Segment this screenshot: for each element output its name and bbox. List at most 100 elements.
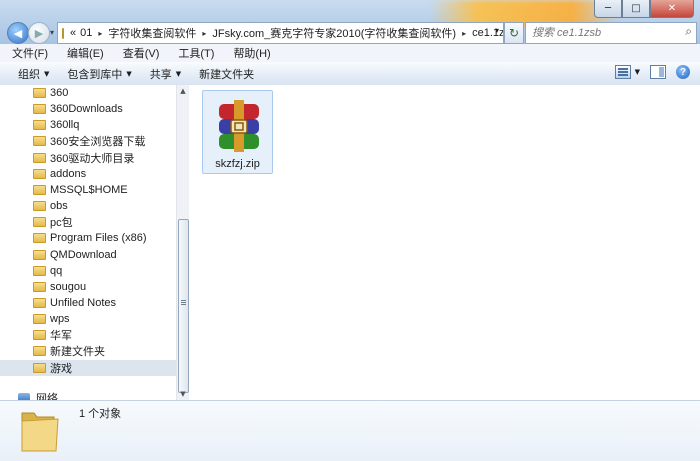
tree-item-label: 华军 bbox=[50, 330, 72, 343]
folder-icon bbox=[33, 88, 46, 98]
scrollbar-thumb[interactable] bbox=[178, 219, 189, 393]
breadcrumb-item[interactable]: 字符收集查阅软件 bbox=[106, 25, 198, 41]
navigation-scrollbar[interactable]: ▲ ▼ bbox=[176, 85, 189, 400]
winrar-archive-icon bbox=[219, 100, 259, 152]
maximize-button[interactable]: □ bbox=[622, 0, 650, 18]
scroll-down-icon[interactable]: ▼ bbox=[177, 388, 189, 400]
breadcrumb-item[interactable]: JFsky.com_赛克字符专家2010(字符收集查阅软件) bbox=[210, 25, 458, 41]
chevron-down-icon: ▼ bbox=[44, 69, 50, 78]
tree-item[interactable]: 360llq bbox=[0, 117, 176, 133]
include-in-library-label: 包含到库中 bbox=[67, 68, 123, 81]
folder-icon bbox=[33, 362, 46, 373]
tree-item[interactable]: wps bbox=[0, 311, 176, 327]
network-icon bbox=[18, 393, 30, 400]
address-dropdown-icon[interactable]: ▾ bbox=[495, 26, 499, 35]
tree-item-label: wps bbox=[50, 313, 70, 326]
back-arrow-icon: ◀ bbox=[13, 26, 23, 40]
menu-tools[interactable]: 工具(T) bbox=[166, 45, 221, 61]
new-folder-button[interactable]: 新建文件夹 bbox=[193, 66, 266, 82]
menu-view[interactable]: 查看(V) bbox=[111, 45, 167, 61]
tree-item-label: Program Files (x86) bbox=[50, 232, 147, 245]
tree-item[interactable]: obs bbox=[0, 198, 176, 214]
tree-item-label: sougou bbox=[50, 280, 87, 293]
breadcrumb-separator-icon[interactable]: ▸ bbox=[198, 29, 210, 38]
tree-item[interactable]: 游戏 bbox=[0, 359, 176, 376]
tree-item-label: obs bbox=[50, 200, 68, 213]
share-button[interactable]: 共享 ▼ bbox=[144, 66, 193, 82]
tree-item[interactable]: 360安全浏览器下载 bbox=[0, 133, 176, 149]
tree-item[interactable]: addons bbox=[0, 166, 176, 182]
refresh-button[interactable]: ↻ bbox=[504, 22, 524, 44]
window-controls: ─ □ ✕ bbox=[594, 0, 694, 18]
folder-icon bbox=[33, 152, 46, 163]
folder-icon bbox=[33, 168, 46, 179]
menu-file[interactable]: 文件(F) bbox=[0, 45, 55, 61]
tree-item[interactable]: pc包 bbox=[0, 214, 176, 230]
folder-icon bbox=[33, 297, 46, 308]
chevron-down-icon: ▼ bbox=[126, 69, 132, 78]
close-button[interactable]: ✕ bbox=[650, 0, 694, 18]
folder-icon bbox=[33, 217, 46, 228]
tree-item-label: 360安全浏览器下载 bbox=[50, 136, 146, 149]
tree-item-label: qq bbox=[50, 264, 63, 277]
tree-item-label: addons bbox=[50, 167, 87, 180]
organize-button[interactable]: 组织 ▼ bbox=[12, 66, 61, 82]
include-in-library-button[interactable]: 包含到库中 ▼ bbox=[61, 66, 143, 82]
tree-item[interactable]: sougou bbox=[0, 279, 176, 295]
back-button[interactable]: ◀ bbox=[7, 22, 29, 44]
tree-item[interactable]: qq bbox=[0, 263, 176, 279]
tree-item-network[interactable]: 网络 bbox=[0, 390, 176, 400]
navigation-pane: 网络 360 360Downloads 360llq 360安全浏览器下载 360驱动大… bbox=[0, 85, 176, 400]
tree-item[interactable]: Unfiled Notes bbox=[0, 295, 176, 311]
tree-item-label: 360llq bbox=[50, 119, 80, 132]
tree-item-label: 新建文件夹 bbox=[50, 346, 105, 359]
search-icon[interactable]: ⌕ bbox=[685, 24, 692, 39]
search-input[interactable] bbox=[530, 26, 674, 40]
tree-item-label: 网络 bbox=[36, 393, 58, 400]
menu-edit[interactable]: 编辑(E) bbox=[55, 45, 111, 61]
breadcrumb-separator-icon[interactable]: ▸ bbox=[458, 29, 470, 38]
tree-item[interactable]: QMDownload bbox=[0, 247, 176, 263]
tree-item[interactable]: 360Downloads bbox=[0, 101, 176, 117]
menu-help[interactable]: 帮助(H) bbox=[221, 45, 277, 61]
tree-item[interactable]: 360驱动大师目录 bbox=[0, 150, 176, 166]
tree-item[interactable]: 新建文件夹 bbox=[0, 343, 176, 359]
file-list: skzfzj.zip bbox=[189, 85, 700, 400]
tree-item-label: MSSQL$HOME bbox=[50, 183, 128, 196]
tree-item-label: QMDownload bbox=[50, 248, 117, 261]
forward-button[interactable]: ▶ bbox=[28, 22, 50, 44]
address-bar[interactable]: « 01 ▸ 字符收集查阅软件 ▸ JFsky.com_赛克字符专家2010(字… bbox=[57, 22, 504, 44]
minimize-button[interactable]: ─ bbox=[594, 0, 622, 18]
file-item[interactable]: skzfzj.zip bbox=[202, 90, 273, 174]
tree-item-label: pc包 bbox=[50, 217, 73, 230]
tree-item-label: 360驱动大师目录 bbox=[50, 152, 135, 165]
details-pane: 1 个对象 bbox=[0, 400, 700, 461]
help-icon[interactable]: ? bbox=[676, 65, 690, 79]
breadcrumb-overflow[interactable]: « bbox=[68, 27, 78, 39]
breadcrumb-item[interactable]: 01 bbox=[78, 27, 94, 39]
tree-item[interactable]: Program Files (x86) bbox=[0, 230, 176, 246]
share-label: 共享 bbox=[149, 68, 172, 81]
folder-icon bbox=[21, 412, 59, 452]
folder-icon bbox=[33, 249, 46, 260]
organize-label: 组织 bbox=[18, 68, 40, 81]
recent-pages-dropdown[interactable]: ▾ bbox=[50, 28, 54, 37]
view-options-icon[interactable] bbox=[614, 65, 631, 79]
preview-pane-icon[interactable] bbox=[650, 65, 666, 79]
item-count: 1 个对象 bbox=[79, 408, 122, 420]
search-box[interactable]: ⌕ bbox=[525, 22, 697, 44]
folder-icon bbox=[33, 281, 46, 292]
chevron-down-icon[interactable]: ▼ bbox=[635, 68, 640, 76]
scroll-up-icon[interactable]: ▲ bbox=[177, 85, 189, 97]
tree-item[interactable]: 360 bbox=[0, 85, 176, 101]
command-bar-right: ▼ ? bbox=[614, 65, 690, 79]
title-bar: ─ □ ✕ ◀ ▶ ▾ « 01 ▸ 字符收集查阅软件 ▸ JFsky.com_… bbox=[0, 0, 700, 44]
folder-icon bbox=[33, 330, 46, 341]
tree-item[interactable]: MSSQL$HOME bbox=[0, 182, 176, 198]
folder-icon bbox=[33, 104, 46, 115]
breadcrumb-separator-icon[interactable]: ▸ bbox=[94, 29, 106, 38]
tree-item[interactable]: 华军 bbox=[0, 327, 176, 343]
refresh-icon: ↻ bbox=[508, 26, 520, 40]
folder-icon bbox=[33, 136, 46, 147]
tree-item-label: 游戏 bbox=[50, 362, 72, 375]
